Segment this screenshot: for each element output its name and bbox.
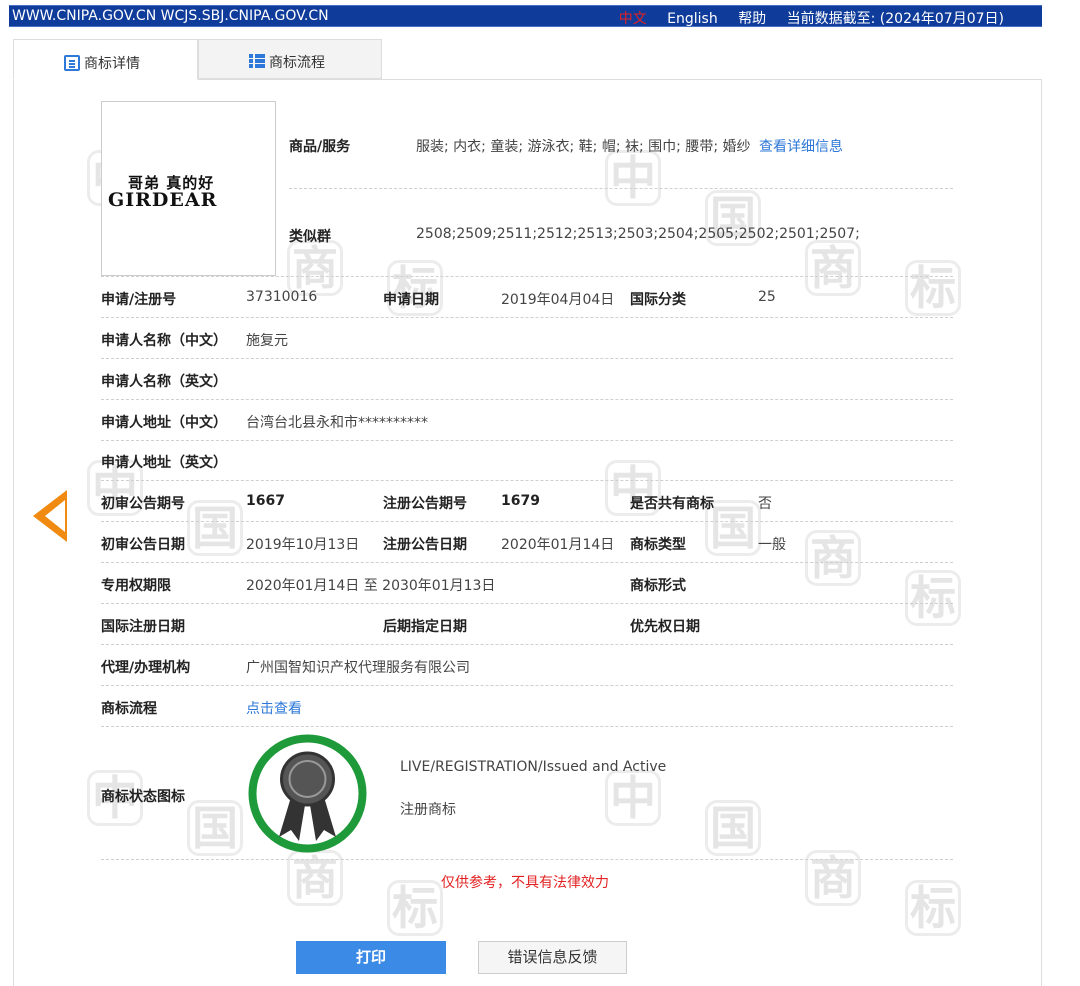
watermark-glyph: 商 [287, 240, 343, 296]
trademark-logo: 哥弟 真的好 GIRDEAR [101, 101, 276, 276]
priority-date-label: 优先权日期 [630, 619, 700, 635]
tab-flow-label: 商标流程 [269, 55, 325, 71]
tab-trademark-flow[interactable]: 商标流程 [198, 39, 382, 79]
tm-form-label: 商标形式 [630, 578, 686, 594]
feedback-button[interactable]: 错误信息反馈 [478, 941, 627, 974]
divider [101, 521, 953, 522]
address-cn-value: 台湾台北县永和市********** [246, 415, 428, 431]
prelim-no-value: 1667 [246, 493, 285, 509]
watermark-glyph: 国 [705, 800, 761, 856]
agent-label: 代理/办理机构 [101, 660, 191, 676]
reg-pub-no-value: 1679 [501, 493, 540, 509]
list-icon [249, 54, 265, 69]
site-urls: WWW.CNIPA.GOV.CN WCJS.SBJ.CNIPA.GOV.CN [12, 8, 329, 24]
flow-label: 商标流程 [101, 701, 157, 717]
apply-date-label: 申请日期 [383, 292, 439, 308]
tm-type-label: 商标类型 [630, 537, 686, 553]
top-bar-links: 中文 English 帮助 当前数据截至: (2024年07月07日) [603, 8, 1004, 28]
intl-class-label: 国际分类 [630, 292, 686, 308]
divider [101, 358, 953, 359]
intl-class-value: 25 [758, 289, 776, 305]
previous-arrow-icon[interactable] [33, 490, 67, 542]
status-english: LIVE/REGISTRATION/Issued and Active [400, 759, 667, 775]
watermark-glyph: 标 [905, 260, 961, 316]
similar-group-value: 2508;2509;2511;2512;2513;2503;2504;2505;… [416, 226, 860, 242]
status-chinese: 注册商标 [400, 802, 456, 818]
reg-pub-no-label: 注册公告期号 [383, 496, 467, 512]
watermark-glyph: 中 [605, 770, 661, 826]
document-icon [64, 55, 80, 71]
lang-english-link[interactable]: English [667, 11, 718, 27]
watermark-glyph: 中 [605, 150, 661, 206]
divider [101, 276, 953, 277]
watermark-glyph: 国 [187, 800, 243, 856]
flow-view-link[interactable]: 点击查看 [246, 698, 302, 718]
divider [101, 859, 953, 860]
apply-date-value: 2019年04月04日 [501, 292, 615, 308]
shared-value: 否 [758, 496, 772, 512]
watermark-glyph: 国 [187, 500, 243, 556]
divider [101, 603, 953, 604]
divider [101, 726, 953, 727]
term-label: 专用权期限 [101, 578, 171, 594]
goods-value: 服装; 内衣; 童装; 游泳衣; 鞋; 帽; 袜; 围巾; 腰带; 婚纱 [416, 139, 751, 155]
reg-pub-date-value: 2020年01月14日 [501, 537, 615, 553]
disclaimer-text: 仅供参考，不具有法律效力 [441, 875, 609, 891]
tab-detail-label: 商标详情 [84, 56, 140, 72]
registered-badge-icon [248, 734, 367, 853]
data-date: 当前数据截至: (2024年07月07日) [786, 11, 1004, 27]
watermark-glyph: 标 [905, 880, 961, 936]
similar-group-label: 类似群 [289, 229, 331, 245]
address-cn-label: 申请人地址（中文） [101, 415, 227, 431]
prelim-date-value: 2019年10月13日 [246, 537, 360, 553]
divider [101, 685, 953, 686]
reg-no-value: 37310016 [246, 289, 318, 305]
watermark-glyph: 商 [805, 530, 861, 586]
divider [101, 480, 953, 481]
divider [101, 440, 953, 441]
goods-detail-link[interactable]: 查看详细信息 [759, 136, 843, 156]
reg-no-label: 申请/注册号 [101, 292, 177, 308]
divider [289, 188, 953, 189]
goods-label: 商品/服务 [289, 139, 351, 155]
agent-value: 广州国智知识产权代理服务有限公司 [246, 660, 470, 676]
applicant-cn-value: 施复元 [246, 333, 288, 349]
divider [101, 644, 953, 645]
applicant-en-label: 申请人名称（英文） [101, 374, 227, 390]
lang-chinese-link[interactable]: 中文 [619, 11, 647, 27]
divider [101, 399, 953, 400]
tab-trademark-detail[interactable]: 商标详情 [13, 39, 198, 80]
prelim-date-label: 初审公告日期 [101, 537, 185, 553]
watermark-glyph: 标 [905, 570, 961, 626]
watermark-glyph: 商 [805, 240, 861, 296]
logo-english-text: GIRDEAR [108, 189, 218, 211]
print-button[interactable]: 打印 [296, 941, 446, 974]
reg-pub-date-label: 注册公告日期 [383, 537, 467, 553]
help-link[interactable]: 帮助 [738, 11, 766, 27]
status-label: 商标状态图标 [101, 789, 185, 805]
prelim-no-label: 初审公告期号 [101, 496, 185, 512]
divider [101, 562, 953, 563]
shared-label: 是否共有商标 [630, 496, 714, 512]
address-en-label: 申请人地址（英文） [101, 455, 227, 471]
tm-type-value: 一般 [758, 537, 786, 553]
intl-reg-date-label: 国际注册日期 [101, 619, 185, 635]
later-designation-label: 后期指定日期 [383, 619, 467, 635]
top-bar: WWW.CNIPA.GOV.CN WCJS.SBJ.CNIPA.GOV.CN 中… [9, 5, 1042, 27]
applicant-cn-label: 申请人名称（中文） [101, 333, 227, 349]
watermark-glyph: 标 [387, 880, 443, 936]
divider [101, 317, 953, 318]
term-value: 2020年01月14日 至 2030年01月13日 [246, 578, 496, 594]
